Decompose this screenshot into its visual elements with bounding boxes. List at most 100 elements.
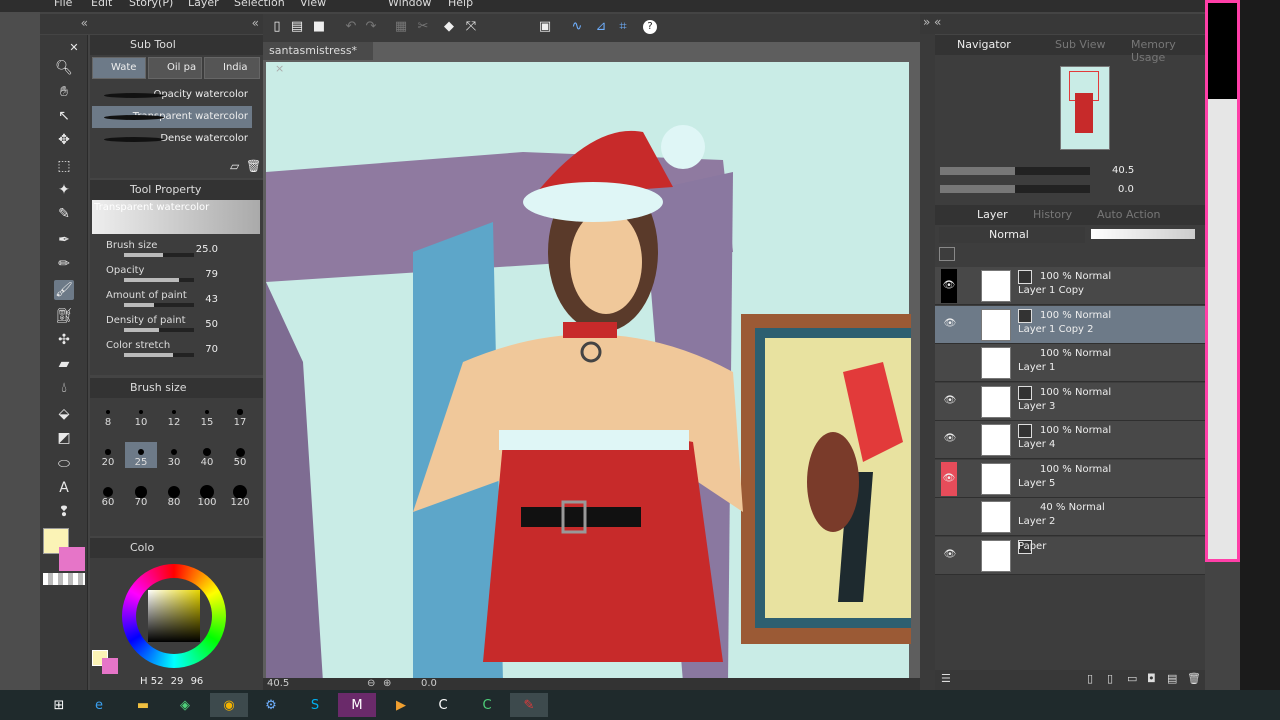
layer-row[interactable]: 👁︎ 100 % Normal Layer 4 [935, 421, 1205, 459]
tab-layer[interactable]: Layer [977, 208, 1008, 221]
text-tool-icon[interactable]: A [54, 478, 74, 498]
prop-value[interactable]: 25.0 [196, 244, 218, 255]
menu-file[interactable]: File [54, 0, 72, 8]
prop-value[interactable]: 70 [205, 344, 218, 355]
zoom-out-icon[interactable]: ⊖ [367, 678, 375, 689]
prop-row[interactable]: Amount of paint 43 [106, 290, 256, 314]
select-all-icon[interactable]: ▣ [537, 19, 553, 35]
layer-row[interactable]: 👁︎ 100 % Normal Layer 5 [935, 459, 1205, 498]
save-icon[interactable]: ■ [311, 19, 327, 35]
auto-select-icon[interactable]: ✦ [54, 180, 74, 200]
brush-size-preset[interactable]: 50 [224, 442, 256, 468]
open-file-icon[interactable]: ▤ [289, 19, 305, 35]
layer-menu-icon[interactable]: ☰ [941, 672, 951, 685]
selection-tool-icon[interactable]: ⬚ [54, 156, 74, 176]
hand-tool-icon[interactable]: ✋︎ [54, 82, 74, 102]
new-raster-layer-icon[interactable]: ▯ [1087, 672, 1093, 685]
eraser-icon[interactable]: ▰ [54, 354, 74, 374]
visibility-eye-icon[interactable] [943, 356, 957, 370]
paint-app-icon[interactable]: ✎ [510, 693, 548, 717]
skype-icon[interactable]: S [296, 693, 334, 717]
grid-snap-icon[interactable]: ⌗ [615, 19, 631, 35]
subtab-watercolor[interactable]: Wate [92, 57, 146, 79]
hue-ring[interactable] [122, 564, 226, 668]
brush-dense-watercolor[interactable]: Dense watercolor [92, 128, 252, 150]
brush-size-preset[interactable]: 70 [125, 482, 157, 508]
document-tab[interactable]: santasmistress* × [263, 42, 373, 75]
redo-icon[interactable]: ↷ [363, 19, 379, 35]
brush-size-preset[interactable]: 40 [191, 442, 223, 468]
color-sub-chip[interactable] [102, 658, 118, 674]
figure-tool-icon[interactable]: ⬭ [54, 454, 74, 474]
expand-icon[interactable]: » [923, 15, 930, 29]
blend-mode-select[interactable]: Normal [939, 227, 1085, 243]
clip-c2-icon[interactable]: C [468, 693, 506, 717]
visibility-eye-icon[interactable]: 👁︎ [941, 269, 957, 303]
explorer-icon[interactable]: ▬ [124, 693, 162, 717]
brush-size-preset[interactable]: 20 [92, 442, 124, 468]
canvas-area[interactable] [263, 42, 933, 690]
app-m-icon[interactable]: M [338, 693, 376, 717]
subtab-oil[interactable]: Oil pa [148, 57, 202, 79]
visibility-eye-icon[interactable]: 👁︎ [943, 318, 957, 332]
menu-layer[interactable]: Layer [188, 0, 219, 8]
prop-row[interactable]: Brush size 25.0 [106, 240, 256, 264]
visibility-eye-icon[interactable]: 👁︎ [943, 433, 957, 447]
layer-row[interactable]: 👁︎ 100 % Normal Layer 3 [935, 382, 1205, 421]
layer-row[interactable]: 👁︎ 100 % Normal Layer 1 Copy [935, 267, 1205, 305]
prop-value[interactable]: 50 [205, 319, 218, 330]
brush-size-preset[interactable]: 10 [125, 402, 157, 428]
delete-brush-icon[interactable]: 🗑︎ [246, 159, 261, 173]
prop-row[interactable]: Density of paint 50 [106, 315, 256, 339]
brush-size-preset[interactable]: 15 [191, 402, 223, 428]
new-brush-icon[interactable]: ▱ [230, 159, 239, 173]
tab-memory-usage[interactable]: Memory Usage [1131, 38, 1205, 64]
balloon-icon[interactable]: ❢ [54, 502, 74, 522]
menu-selection[interactable]: Selection [234, 0, 285, 8]
brush-size-preset[interactable]: 80 [158, 482, 190, 508]
tab-navigator[interactable]: Navigator [957, 38, 1011, 51]
artwork[interactable] [263, 42, 933, 690]
visibility-eye-icon[interactable]: 👁︎ [941, 461, 957, 496]
brush-transparent-watercolor[interactable]: Transparent watercolor [92, 106, 252, 128]
brush-size-preset[interactable]: 25 [125, 442, 157, 468]
prop-value[interactable]: 79 [205, 269, 218, 280]
menu-help[interactable]: Help [448, 0, 473, 8]
gradient-icon[interactable]: ◩ [54, 428, 74, 448]
prop-row[interactable]: Color stretch 70 [106, 340, 256, 364]
prop-slider[interactable] [124, 328, 194, 332]
fill-icon[interactable]: ◆ [441, 19, 457, 35]
brush-size-preset[interactable]: 30 [158, 442, 190, 468]
menu-story[interactable]: Story(P) [129, 0, 173, 8]
brush-size-preset[interactable]: 17 [224, 402, 256, 428]
brush-tool-icon[interactable]: 🖌︎ [54, 280, 74, 300]
airbrush-icon[interactable]: ⛽︎ [54, 306, 74, 326]
mask-icon[interactable]: ◘ [1147, 672, 1156, 685]
new-folder-icon[interactable]: ▭ [1127, 672, 1137, 685]
layer-row[interactable]: 100 % Normal Layer 1 [935, 344, 1205, 382]
menu-view[interactable]: View [300, 0, 326, 8]
start-icon[interactable]: ⊞ [40, 693, 78, 717]
pencil-tool-icon[interactable]: ✏ [54, 254, 74, 274]
layer-opacity-slider[interactable] [1091, 229, 1195, 239]
blend-tool-icon[interactable]: 💧︎ [54, 378, 74, 398]
pin-icon[interactable]: ✕ [64, 38, 84, 58]
brush-size-preset[interactable]: 8 [92, 402, 124, 428]
eyedropper-icon[interactable]: ✎ [54, 204, 74, 224]
collapse-icon[interactable]: « [81, 16, 88, 30]
prop-slider[interactable] [124, 353, 194, 357]
visibility-eye-icon[interactable]: 👁︎ [943, 395, 957, 409]
menu-edit[interactable]: Edit [91, 0, 112, 8]
brush-size-preset[interactable]: 60 [92, 482, 124, 508]
move-layer-icon[interactable]: ✥ [54, 130, 74, 150]
ie-icon[interactable]: e [80, 693, 118, 717]
saturation-square[interactable] [148, 590, 200, 642]
prop-value[interactable]: 43 [205, 294, 218, 305]
brush-size-preset[interactable]: 12 [158, 402, 190, 428]
layer-row[interactable]: 40 % Normal Layer 2 [935, 498, 1205, 536]
tab-auto-action[interactable]: Auto Action [1097, 208, 1161, 221]
rotation-slider[interactable] [940, 185, 1090, 193]
layer-row[interactable]: 👁︎ Paper [935, 536, 1205, 575]
visibility-eye-icon[interactable]: 👁︎ [943, 549, 957, 563]
visibility-eye-icon[interactable] [943, 510, 957, 524]
